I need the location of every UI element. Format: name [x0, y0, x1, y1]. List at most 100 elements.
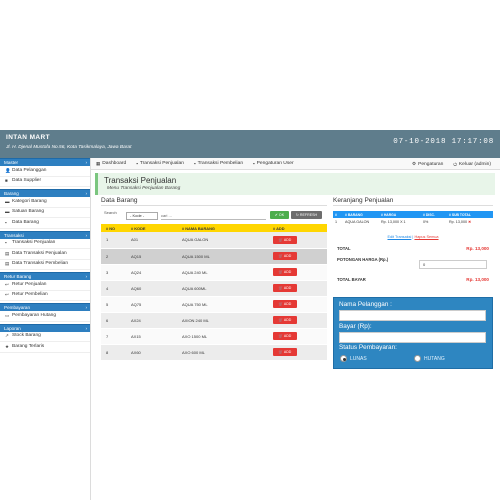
data-barang-title: Data Barang — [101, 197, 327, 206]
search-input[interactable]: cari ... — [161, 212, 266, 220]
nav-transaksi-pembelian[interactable]: ▪ Transaksi Pembelian — [189, 161, 248, 166]
page-title: Transaksi Penjualan — [104, 176, 177, 185]
chevron-icon: › — [85, 305, 87, 310]
sidebar-item-transaksi-penjualan[interactable]: ▪ Transaksi Penjualan — [0, 239, 90, 249]
add-button[interactable]: 🛒 ADD — [273, 284, 297, 292]
search-label: Search — [104, 210, 117, 215]
sidebar: Master › 👤 Data Pelanggan ■ Data Supplier B… — [0, 158, 91, 500]
folder-icon: ▬ — [5, 209, 10, 214]
cart-table: # # BARANG # HARGA # DISC. # SUB TOTAL 1… — [333, 211, 493, 225]
customer-label: Nama Pelanggan : — [339, 301, 392, 308]
pay-amount-input[interactable] — [339, 332, 486, 343]
money-icon: ▭ — [5, 312, 10, 318]
users-icon: ▪ — [253, 161, 255, 166]
logout-icon: ⏻ — [453, 161, 457, 167]
chevron-icon: › — [85, 274, 87, 279]
sidebar-item-barang-terlaris[interactable]: ★ Barang Terlaris — [0, 342, 90, 353]
customer-name-input[interactable] — [339, 310, 486, 321]
cart-col-disc: # DISC. — [421, 211, 447, 218]
sidebar-item-data-transaksi-penjualan[interactable]: ▤ Data Transaksi Penjualan — [0, 249, 90, 260]
add-button[interactable]: 🛒 ADD — [273, 300, 297, 308]
navbar-right: ⚙ Pengaturan ⏻ Keluar (admin) — [407, 158, 496, 170]
radio-lunas-label: LUNAS — [350, 356, 367, 362]
grand-total-value: Rp. 13,000 — [466, 277, 489, 282]
col-add: # ADD — [268, 224, 327, 232]
return-icon: ↩ — [5, 292, 9, 297]
nav-pengaturan[interactable]: ⚙ Pengaturan — [407, 161, 448, 167]
cart-col-harga: # HARGA — [379, 211, 421, 218]
brand-name: INTAN MART — [6, 134, 50, 141]
remove-item-icon[interactable]: ✖ — [468, 220, 471, 224]
table-row[interactable]: 1 A01 AQUA GALON 🛒 ADD — [101, 232, 327, 249]
table-row[interactable]: 5 AQ75 AQUA 750 ML 🛒 ADD — [101, 296, 327, 313]
sidebar-item-stock-barang[interactable]: ↗ Stock Barang — [0, 332, 90, 342]
data-barang-panel: Data Barang Search - Kode - cari ... ✔ O… — [101, 197, 327, 500]
nav-pengaturan-user[interactable]: ▪ Pengaturan User — [248, 161, 299, 166]
barang-table: # NO # KODE # NAMA BARANG # ADD 1 A01 AQUA… — [101, 224, 327, 361]
add-button[interactable]: 🛒 ADD — [273, 252, 297, 260]
col-nama-barang: # NAMA BARANG — [177, 224, 268, 232]
sidebar-item-retur-pembelian[interactable]: ↩ Retur Pembelian — [0, 291, 90, 301]
table-row[interactable]: 8 AX60 AXO 600 ML 🛒 ADD — [101, 344, 327, 361]
table-row[interactable]: 7 AX15 AXO 1500 ML 🛒 ADD — [101, 328, 327, 345]
nav-logout[interactable]: ⏻ Keluar (admin) — [448, 162, 496, 167]
cart-title: Keranjang Penjualan — [333, 197, 493, 206]
sidebar-item-retur-penjualan[interactable]: ↩ Retur Penjualan — [0, 280, 90, 291]
search-field-select[interactable]: - Kode - — [126, 212, 158, 220]
edit-transaksi-link[interactable]: Edit Transaksi — [387, 235, 411, 239]
user-icon: 👤 — [5, 167, 11, 173]
star-icon: ★ — [5, 343, 10, 349]
grand-total-row: TOTAL BAYAR Rp. 13,000 — [337, 277, 489, 282]
list-icon: ▤ — [5, 250, 10, 256]
chevron-icon: › — [85, 325, 87, 331]
total-value: Rp. 13,000 — [466, 246, 489, 251]
box-icon: ▪ — [5, 219, 7, 225]
sidebar-item-data-transaksi-pembelian[interactable]: ▤ Data Transaksi Pembelian — [0, 260, 90, 270]
truck-icon: ■ — [5, 178, 8, 183]
add-button[interactable]: 🛒 ADD — [273, 348, 297, 356]
refresh-button[interactable]: ↻ REFRESH — [291, 211, 322, 219]
discount-input[interactable]: 0 — [419, 260, 487, 269]
table-header-row: # NO # KODE # NAMA BARANG # ADD — [101, 224, 327, 232]
table-row[interactable]: 2 AQ15 AQUA 1500 ML 🛒 ADD — [101, 248, 327, 265]
cart-icon: ▪ — [136, 161, 138, 166]
add-button[interactable]: 🛒 ADD — [273, 235, 297, 244]
dashboard-icon: ▦ — [96, 160, 101, 166]
radio-hutang-label: HUTANG — [424, 356, 445, 362]
sidebar-item-satuan-barang[interactable]: ▬ Satuan Barang — [0, 208, 90, 218]
return-icon: ↩ — [5, 281, 9, 287]
cart-col-subtotal: # SUB TOTAL — [447, 211, 493, 218]
table-row[interactable]: 4 AQ60 AQUA 600ML 🛒 ADD — [101, 280, 327, 297]
pay-amount-label: Bayar (Rp): — [339, 323, 372, 330]
chevron-icon: › — [85, 232, 87, 238]
cart-icon: ▪ — [5, 240, 7, 245]
add-button[interactable]: 🛒 ADD — [273, 316, 297, 324]
sidebar-item-data-pelanggan[interactable]: 👤 Data Pelanggan — [0, 166, 90, 177]
payment-form: Nama Pelanggan : Bayar (Rp): Status Pemb… — [333, 297, 493, 369]
hapus-semua-link[interactable]: Hapus Semua — [414, 235, 438, 239]
col-no: # NO — [101, 224, 126, 232]
nav-dashboard[interactable]: ▦ Dashboard — [91, 161, 131, 167]
sidebar-item-pembayaran-hutang[interactable]: ▭ Pembayaran Hutang — [0, 311, 90, 322]
add-button[interactable]: 🛒 ADD — [273, 268, 297, 276]
sidebar-item-data-barang[interactable]: ▪ Data Barang — [0, 218, 90, 229]
gear-icon: ⚙ — [412, 161, 417, 166]
store-address: Jl. H. Djenal Mustofa No.56, Kota Tasikm… — [6, 145, 132, 150]
folder-icon: ▬ — [5, 198, 10, 204]
sidebar-item-data-supplier[interactable]: ■ Data Supplier — [0, 177, 90, 187]
radio-hutang[interactable] — [414, 355, 421, 362]
ok-button[interactable]: ✔ OK — [270, 211, 289, 219]
add-button[interactable]: 🛒 ADD — [273, 332, 297, 340]
cart-col-barang: # BARANG — [343, 211, 379, 218]
page-subtitle: Menu Transaksi Penjualan Barang — [107, 186, 181, 191]
table-row[interactable]: 6 AX24 AXION 240 ML 🛒 ADD — [101, 312, 327, 329]
payment-status-label: Status Pembayaran: — [339, 344, 397, 351]
radio-lunas[interactable] — [340, 355, 347, 362]
sidebar-item-kategori-barang[interactable]: ▬ Kategori Barang — [0, 197, 90, 208]
search-row: Search - Kode - cari ... ✔ OK ↻ REFRESH — [101, 209, 327, 221]
table-row[interactable]: 3 AQ24 AQUA 240 ML 🛒 ADD — [101, 264, 327, 281]
cart-links: Edit Transaksi | Hapus Semua — [387, 235, 439, 239]
nav-transaksi-penjualan[interactable]: ▪ Transaksi Penjualan — [131, 161, 189, 166]
cart-row[interactable]: 1 AQUA GALON Rp. 13,000 X 1 0% Rp. 13,00… — [333, 218, 493, 225]
chevron-icon: › — [85, 191, 87, 196]
